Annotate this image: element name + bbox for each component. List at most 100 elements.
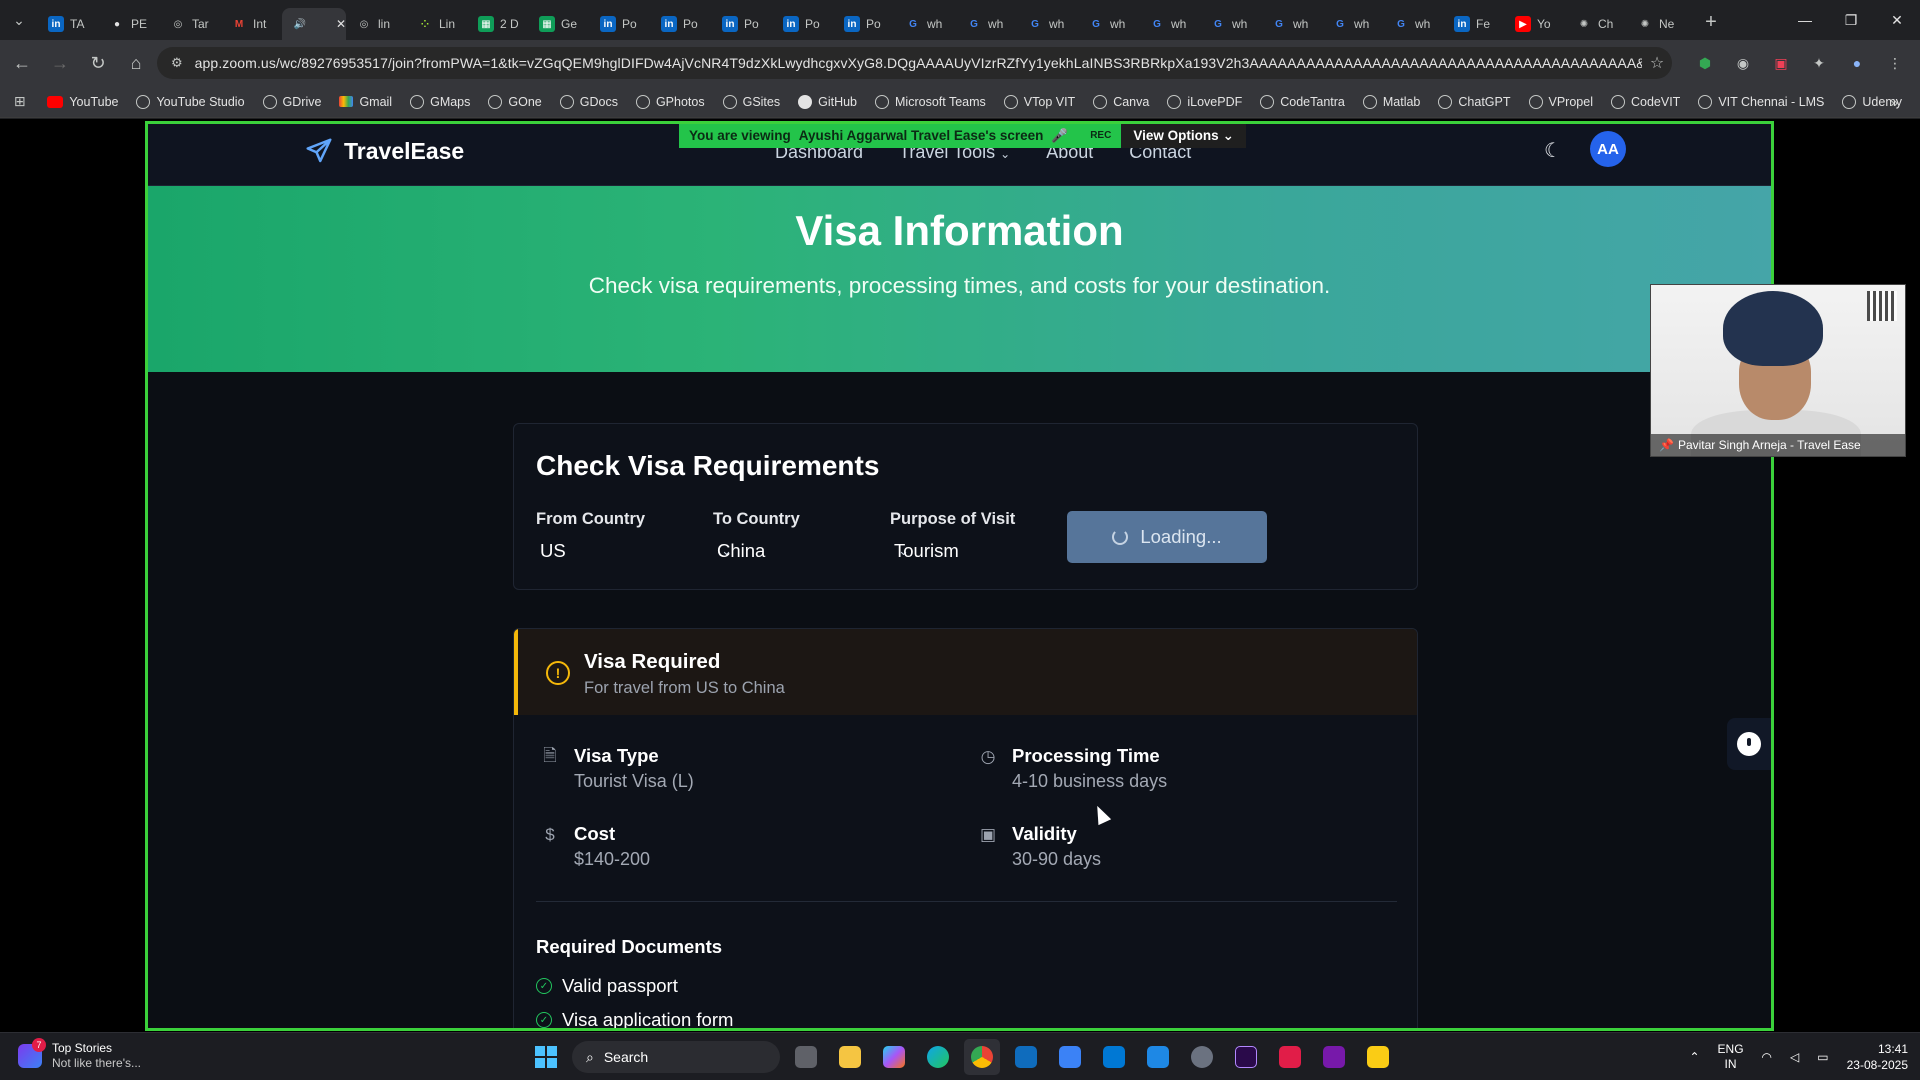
close-tab-icon[interactable]: ✕ (336, 17, 346, 31)
participant-video[interactable]: 📌 Pavitar Singh Arneja - Travel Ease (1650, 284, 1906, 457)
outlook-icon[interactable] (1008, 1039, 1044, 1075)
bookmark-star-icon[interactable]: ☆ (1642, 53, 1672, 73)
extensions-puzzle-icon[interactable]: ✦ (1804, 47, 1834, 79)
news-widget[interactable]: 7 Top Stories Not like there's... (18, 1038, 141, 1071)
bookmark-item[interactable]: GOne (488, 94, 542, 109)
browser-tab[interactable]: in Po (712, 8, 773, 40)
bookmark-item[interactable]: YouTube Studio (136, 94, 245, 109)
wifi-icon[interactable]: ◠ (1762, 1050, 1772, 1064)
browser-tab[interactable]: ◎ lin (346, 8, 407, 40)
reload-icon[interactable]: ↻ (82, 47, 114, 79)
home-icon[interactable]: ⌂ (120, 47, 152, 79)
shield-extension-icon[interactable]: ⬢ (1690, 47, 1720, 79)
address-bar[interactable]: ⚙ app.zoom.us/wc/89276953517/join?fromPW… (157, 47, 1672, 79)
bookmark-item[interactable]: CodeVIT (1610, 94, 1680, 109)
bookmark-item[interactable]: Canva (1093, 94, 1149, 109)
browser-tab[interactable]: ▶ Yo (1505, 8, 1566, 40)
store-icon[interactable] (1052, 1039, 1088, 1075)
bookmark-item[interactable]: ChatGPT (1438, 94, 1511, 109)
volume-icon[interactable]: ◁ (1790, 1050, 1799, 1064)
browser-tab[interactable]: in Po (590, 8, 651, 40)
chrome-menu-icon[interactable]: ⋮ (1880, 47, 1910, 79)
to-country-select[interactable]: China ⌄ (713, 537, 913, 565)
profile-icon[interactable]: ● (1842, 47, 1872, 79)
apps-grid-icon[interactable]: ⊞ (10, 93, 29, 110)
brand-logo[interactable]: TravelEase (304, 136, 464, 166)
clock[interactable]: 13:41 23-08-2025 (1847, 1041, 1908, 1073)
avatar[interactable]: AA (1590, 131, 1626, 167)
task-view-icon[interactable] (788, 1039, 824, 1075)
browser-tab[interactable]: ✺ Ne (1627, 8, 1688, 40)
bookmark-item[interactable]: VPropel (1528, 94, 1593, 109)
tab-search-menu[interactable]: ⌄ (0, 0, 38, 40)
browser-tab[interactable]: Gwh (1200, 8, 1261, 40)
bookmarks-overflow-icon[interactable]: » (1890, 94, 1898, 110)
onenote-icon[interactable] (1316, 1039, 1352, 1075)
browser-tab[interactable]: 🔊 ✕ (282, 8, 346, 40)
site-info-icon[interactable]: ⚙ (171, 55, 183, 71)
language-indicator[interactable]: ENG IN (1718, 1042, 1744, 1072)
browser-tab[interactable]: ✺ Ch (1566, 8, 1627, 40)
browser-tab[interactable]: ● PE (99, 8, 160, 40)
show-hidden-icons-icon[interactable]: ⌃ (1689, 1050, 1699, 1064)
browser-tab[interactable]: in TA (38, 8, 99, 40)
bookmark-item[interactable]: VTop VIT (1003, 94, 1075, 109)
bookmark-item[interactable]: YouTube (47, 95, 118, 109)
browser-tab[interactable]: ⁘ Lin (407, 8, 468, 40)
azure-icon[interactable] (1096, 1039, 1132, 1075)
pocket-extension-icon[interactable]: ▣ (1766, 47, 1796, 79)
browser-tab[interactable]: Gwh (1017, 8, 1078, 40)
bookmark-item[interactable]: GDrive (262, 94, 321, 109)
help-widget-button[interactable] (1727, 718, 1771, 770)
browser-tab[interactable]: in Po (773, 8, 834, 40)
browser-tab[interactable]: ▦ Ge (529, 8, 590, 40)
new-tab-button[interactable]: + (1696, 7, 1726, 37)
from-country-select[interactable]: US ⌄ (536, 537, 736, 565)
bookmark-item[interactable]: GitHub (798, 94, 857, 109)
view-options-button[interactable]: View Options ⌄ (1121, 124, 1246, 148)
vscode-icon[interactable] (1140, 1039, 1176, 1075)
browser-tab[interactable]: Gwh (895, 8, 956, 40)
bookmark-item[interactable]: CodeTantra (1260, 94, 1345, 109)
bookmark-item[interactable]: Microsoft Teams (875, 94, 986, 109)
battery-icon[interactable]: ▭ (1817, 1050, 1828, 1064)
bookmark-item[interactable]: GMaps (410, 94, 470, 109)
minimize-icon[interactable]: — (1782, 0, 1828, 40)
browser-tab[interactable]: ▦ 2 D (468, 8, 529, 40)
browser-tab[interactable]: Gwh (1322, 8, 1383, 40)
back-icon[interactable]: ← (6, 47, 38, 79)
camera-extension-icon[interactable]: ◉ (1728, 47, 1758, 79)
url-text[interactable]: app.zoom.us/wc/89276953517/join?fromPWA=… (195, 55, 1642, 71)
close-window-icon[interactable]: ✕ (1874, 0, 1920, 40)
sticky-notes-icon[interactable] (1360, 1039, 1396, 1075)
file-explorer-icon[interactable] (832, 1039, 868, 1075)
chrome-icon[interactable] (964, 1039, 1000, 1075)
moon-icon[interactable]: ☾ (1544, 138, 1562, 163)
browser-tab[interactable]: Gwh (1139, 8, 1200, 40)
edge-icon[interactable] (920, 1039, 956, 1075)
browser-tab[interactable]: Gwh (1383, 8, 1444, 40)
browser-tab[interactable]: in Fe (1444, 8, 1505, 40)
browser-tab[interactable]: in Po (651, 8, 712, 40)
bookmark-item[interactable]: Matlab (1362, 94, 1420, 109)
browser-tab[interactable]: Gwh (1078, 8, 1139, 40)
bookmark-item[interactable]: GPhotos (635, 94, 705, 109)
github-desktop-icon[interactable] (1184, 1039, 1220, 1075)
browser-tab[interactable]: ◎ Tar (160, 8, 221, 40)
browser-tab[interactable]: Gwh (1261, 8, 1322, 40)
taskbar-search[interactable]: ⌕ Search (572, 1041, 780, 1073)
premiere-icon[interactable] (1228, 1039, 1264, 1075)
restore-icon[interactable]: ❐ (1828, 0, 1874, 40)
purpose-select[interactable]: Tourism ⌄ (890, 537, 1090, 565)
snipping-tool-icon[interactable] (1272, 1039, 1308, 1075)
windows-start-icon[interactable] (528, 1039, 564, 1075)
bookmark-item[interactable]: iLovePDF (1167, 94, 1242, 109)
check-visa-button[interactable]: Loading... (1067, 511, 1267, 563)
forward-icon[interactable]: → (44, 47, 76, 79)
browser-tab[interactable]: M Int (221, 8, 282, 40)
bookmark-item[interactable]: GDocs (559, 94, 618, 109)
bookmark-item[interactable]: Gmail (339, 95, 392, 109)
copilot-icon[interactable] (876, 1039, 912, 1075)
browser-tab[interactable]: in Po (834, 8, 895, 40)
bookmark-item[interactable]: GSites (722, 94, 780, 109)
